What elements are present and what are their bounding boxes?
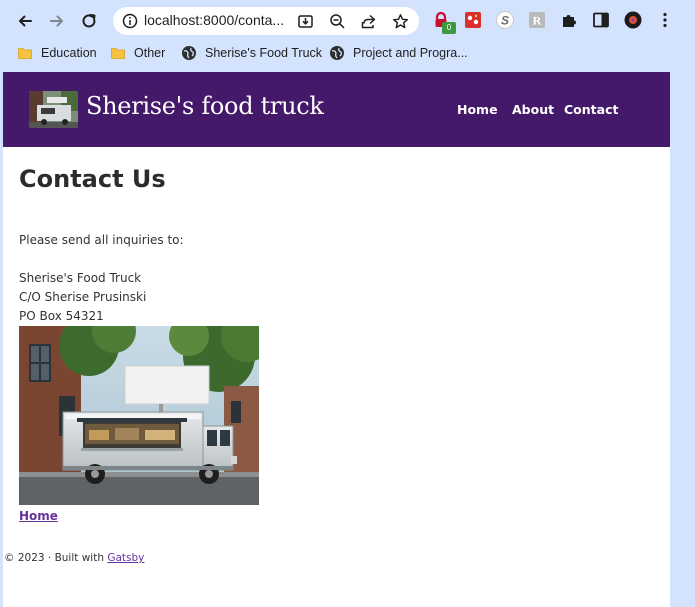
zoom-out-icon xyxy=(330,14,345,29)
home-link[interactable]: Home xyxy=(19,509,58,523)
bookmark-education[interactable]: Education xyxy=(17,44,97,62)
site-title[interactable]: Sherise's food truck xyxy=(86,92,324,120)
download-icon xyxy=(298,15,313,28)
zoom-button[interactable] xyxy=(329,13,346,30)
page-viewport: Sherise's food truck Home About Contact … xyxy=(0,72,695,607)
extension-s[interactable]: S xyxy=(496,11,514,29)
url-text[interactable]: localhost:8000/conta... xyxy=(144,12,284,28)
bookmark-sherises-food-truck[interactable]: Sherise's Food Truck xyxy=(181,44,322,62)
bookmark-other[interactable]: Other xyxy=(110,44,165,62)
bookmark-label: Project and Progra... xyxy=(353,46,468,60)
reload-button[interactable] xyxy=(76,8,102,34)
site-info-icon[interactable] xyxy=(122,13,138,29)
back-button[interactable] xyxy=(12,8,38,34)
star-icon xyxy=(393,14,408,29)
extension-r[interactable]: R xyxy=(528,11,546,29)
s-logo-icon: S xyxy=(496,11,514,29)
side-panel-button[interactable] xyxy=(592,11,610,29)
header-logo-image xyxy=(29,91,78,128)
browser-toolbar: localhost:8000/conta... 0 S R xyxy=(0,0,695,40)
more-vertical-icon xyxy=(663,12,667,28)
folder-icon xyxy=(110,45,126,61)
gatsby-link[interactable]: Gatsby xyxy=(107,552,144,564)
intro-text: Please send all inquiries to: xyxy=(19,233,184,247)
folder-icon xyxy=(17,45,33,61)
bookmark-project-and-progra[interactable]: Project and Progra... xyxy=(329,44,468,62)
browser-menu-button[interactable] xyxy=(656,11,674,29)
reload-icon xyxy=(82,14,96,28)
bookmark-label: Other xyxy=(134,46,166,60)
side-panel-icon xyxy=(593,12,609,28)
globe-icon xyxy=(181,45,197,61)
install-app-button[interactable] xyxy=(297,13,314,30)
address-bar[interactable]: localhost:8000/conta... xyxy=(113,7,419,35)
food-truck-image xyxy=(19,326,259,505)
bookmark-label: Education xyxy=(41,46,97,60)
browser-chrome: localhost:8000/conta... 0 S R Education … xyxy=(0,0,695,72)
footer-text: © 2023 · Built with xyxy=(4,552,108,564)
nav-contact[interactable]: Contact xyxy=(564,102,618,117)
game-icon xyxy=(465,12,481,28)
share-icon xyxy=(361,14,376,29)
page-title: Contact Us xyxy=(19,165,166,193)
arrow-left-icon xyxy=(19,15,32,27)
svg-text:R: R xyxy=(533,14,542,28)
bookmark-star-button[interactable] xyxy=(392,13,409,30)
nav-about[interactable]: About xyxy=(512,102,554,117)
avatar-icon xyxy=(624,11,642,29)
site-footer: © 2023 · Built with Gatsby xyxy=(4,552,144,564)
arrow-right-icon xyxy=(50,15,63,27)
bookmark-label: Sherise's Food Truck xyxy=(205,46,323,60)
window-border xyxy=(0,72,3,607)
extension-badge-count: 0 xyxy=(442,22,456,34)
nav-home[interactable]: Home xyxy=(457,102,498,117)
share-button[interactable] xyxy=(360,13,377,30)
puzzle-icon xyxy=(563,15,576,27)
address-line: Sherise's Food Truck xyxy=(19,271,142,285)
svg-text:S: S xyxy=(501,14,509,28)
extension-game[interactable] xyxy=(464,11,482,29)
extensions-button[interactable] xyxy=(560,11,578,29)
profile-button[interactable] xyxy=(624,11,642,29)
r-logo-icon: R xyxy=(529,12,545,28)
address-line: C/O Sherise Prusinski xyxy=(19,290,147,304)
forward-button[interactable] xyxy=(44,8,70,34)
site-header: Sherise's food truck Home About Contact xyxy=(3,72,670,147)
scrollbar[interactable] xyxy=(670,72,695,607)
address-line: PO Box 54321 xyxy=(19,309,104,323)
globe-icon xyxy=(329,45,345,61)
bookmarks-bar: Education Other Sherise's Food Truck Pro… xyxy=(0,40,695,66)
